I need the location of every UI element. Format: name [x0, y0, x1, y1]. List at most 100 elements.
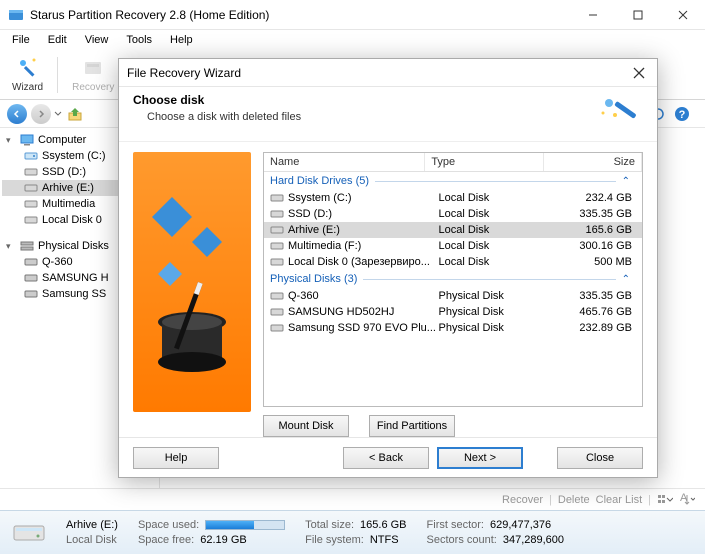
- wizard-body: Name Type Size Hard Disk Drives (5)⌃ Ssy…: [119, 141, 657, 437]
- clear-action[interactable]: Clear List: [596, 494, 642, 506]
- nav-forward-button[interactable]: [30, 103, 52, 125]
- disk-row[interactable]: Local Disk 0 (Зарезервиро...Local Disk50…: [264, 254, 642, 270]
- wizard-heading: Choose disk: [133, 93, 595, 107]
- menu-edit[interactable]: Edit: [40, 32, 75, 48]
- row-type: Physical Disk: [439, 322, 547, 334]
- svg-text:?: ?: [679, 109, 686, 121]
- help-button[interactable]: Help: [133, 447, 219, 469]
- row-name: Samsung SSD 970 EVO Plu...: [288, 322, 439, 334]
- maximize-button[interactable]: [615, 0, 660, 30]
- row-size: 232.89 GB: [546, 322, 636, 334]
- chevron-up-icon: ⌃: [622, 176, 636, 187]
- status-disk-name: Arhive (E:): [66, 519, 118, 531]
- wizard-illustration: [133, 152, 251, 412]
- wand-large-icon: [595, 93, 643, 131]
- bottom-toolbar: Recover | Delete Clear List | A: [0, 488, 705, 510]
- menu-view[interactable]: View: [77, 32, 117, 48]
- disk-icon: [24, 272, 38, 284]
- disk-stack-icon: [20, 240, 34, 252]
- disk-row[interactable]: Ssystem (C:)Local Disk232.4 GB: [264, 190, 642, 206]
- view-options-icon[interactable]: [657, 493, 673, 507]
- find-partitions-button[interactable]: Find Partitions: [369, 415, 455, 437]
- disk-icon: [24, 150, 38, 162]
- row-name: SAMSUNG HD502HJ: [288, 306, 439, 318]
- status-disk-type: Local Disk: [66, 534, 118, 546]
- row-type: Local Disk: [439, 256, 547, 268]
- row-name: Multimedia (F:): [288, 240, 439, 252]
- row-type: Local Disk: [439, 208, 547, 220]
- app-icon: [8, 7, 24, 23]
- disk-icon: [24, 182, 38, 194]
- delete-action[interactable]: Delete: [558, 494, 590, 506]
- nav-dropdown-icon[interactable]: [54, 105, 62, 123]
- disk-large-icon: [12, 520, 46, 546]
- row-size: 232.4 GB: [546, 192, 636, 204]
- row-name: Q-360: [288, 290, 439, 302]
- close-button[interactable]: Close: [557, 447, 643, 469]
- chevron-up-icon: ⌃: [622, 274, 636, 285]
- row-size: 500 MB: [546, 256, 636, 268]
- wizard-disk-list: Name Type Size Hard Disk Drives (5)⌃ Ssy…: [263, 152, 643, 407]
- wizard-titlebar: File Recovery Wizard: [119, 59, 657, 87]
- row-size: 165.6 GB: [546, 224, 636, 236]
- wizard-label: Wizard: [12, 82, 43, 93]
- group-physical[interactable]: Physical Disks (3)⌃: [264, 270, 642, 288]
- nav-back-button[interactable]: [6, 103, 28, 125]
- collapse-icon[interactable]: ▾: [6, 241, 16, 252]
- group-hdd[interactable]: Hard Disk Drives (5)⌃: [264, 172, 642, 190]
- toolbar-separator: [57, 57, 58, 93]
- recovery-icon: [81, 56, 105, 80]
- disk-icon: [24, 198, 38, 210]
- close-window-button[interactable]: [660, 0, 705, 30]
- wizard-button[interactable]: Wizard: [6, 54, 49, 95]
- wizard-title: File Recovery Wizard: [127, 66, 629, 80]
- wizard-footer: Help < Back Next > Close: [119, 437, 657, 477]
- menu-file[interactable]: File: [4, 32, 38, 48]
- nav-up-button[interactable]: [64, 103, 86, 125]
- col-name[interactable]: Name: [264, 153, 425, 171]
- titlebar: Starus Partition Recovery 2.8 (Home Edit…: [0, 0, 705, 30]
- disk-row[interactable]: SSD (D:)Local Disk335.35 GB: [264, 206, 642, 222]
- menu-help[interactable]: Help: [162, 32, 201, 48]
- recover-action[interactable]: Recover: [502, 494, 543, 506]
- statusbar: Arhive (E:) Local Disk Space used: Space…: [0, 510, 705, 554]
- wizard-close-button[interactable]: [629, 63, 649, 83]
- col-size[interactable]: Size: [544, 153, 642, 171]
- row-size: 300.16 GB: [546, 240, 636, 252]
- row-size: 335.35 GB: [546, 290, 636, 302]
- recovery-button[interactable]: Recovery: [66, 54, 120, 95]
- menu-tools[interactable]: Tools: [118, 32, 160, 48]
- sort-icon[interactable]: A: [679, 493, 695, 507]
- collapse-icon[interactable]: ▾: [6, 135, 16, 146]
- col-type[interactable]: Type: [425, 153, 544, 171]
- disk-row[interactable]: Q-360Physical Disk335.35 GB: [264, 288, 642, 304]
- row-name: Ssystem (C:): [288, 192, 439, 204]
- row-type: Physical Disk: [439, 290, 547, 302]
- minimize-button[interactable]: [570, 0, 615, 30]
- next-button[interactable]: Next >: [437, 447, 523, 469]
- row-name: Arhive (E:): [288, 224, 439, 236]
- row-name: SSD (D:): [288, 208, 439, 220]
- disk-icon: [24, 288, 38, 300]
- row-type: Local Disk: [439, 192, 547, 204]
- disk-icon: [24, 166, 38, 178]
- disk-row[interactable]: Multimedia (F:)Local Disk300.16 GB: [264, 238, 642, 254]
- row-name: Local Disk 0 (Зарезервиро...: [288, 256, 439, 268]
- recovery-label: Recovery: [72, 82, 114, 93]
- row-size: 335.35 GB: [546, 208, 636, 220]
- disk-row[interactable]: SAMSUNG HD502HJPhysical Disk465.76 GB: [264, 304, 642, 320]
- back-button[interactable]: < Back: [343, 447, 429, 469]
- row-size: 465.76 GB: [546, 306, 636, 318]
- mount-disk-button[interactable]: Mount Disk: [263, 415, 349, 437]
- space-used-bar: [205, 520, 285, 530]
- disk-icon: [24, 256, 38, 268]
- computer-icon: [20, 134, 34, 146]
- wand-icon: [16, 56, 40, 80]
- help-icon[interactable]: ?: [673, 105, 691, 123]
- wizard-dialog: File Recovery Wizard Choose disk Choose …: [118, 58, 658, 478]
- disk-row[interactable]: Arhive (E:)Local Disk165.6 GB: [264, 222, 642, 238]
- row-type: Physical Disk: [439, 306, 547, 318]
- disk-icon: [24, 214, 38, 226]
- disk-row[interactable]: Samsung SSD 970 EVO Plu...Physical Disk2…: [264, 320, 642, 336]
- wizard-subtext: Choose a disk with deleted files: [133, 111, 595, 123]
